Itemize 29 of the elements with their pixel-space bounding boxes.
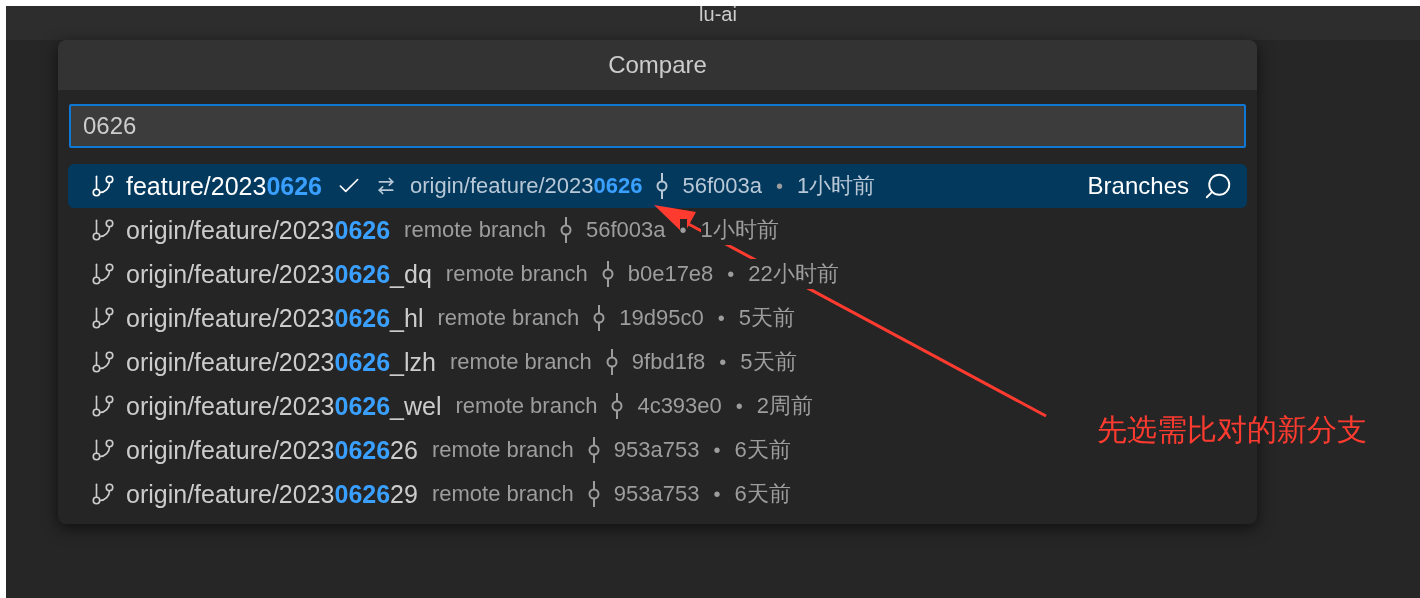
branch-icon xyxy=(90,481,116,507)
branch-list-item[interactable]: origin/feature/20230626 remote branch 56f003a • 1小时前 xyxy=(68,208,793,252)
commit-time: 22小时前 xyxy=(748,259,839,289)
picker-title: Compare xyxy=(58,40,1257,90)
commit-time: 1小时前 xyxy=(797,172,876,200)
branch-list-item[interactable]: origin/feature/20230626_wel remote branch 4c393e0 • 2周前 xyxy=(68,384,828,428)
separator-dot: • xyxy=(776,174,783,198)
branch-list-item[interactable]: feature/20230626 origin/feature/20230626 56f003a • 1小时前 Branches xyxy=(68,164,1247,208)
branch-icon xyxy=(90,305,116,331)
branch-icon xyxy=(90,349,116,375)
branch-list-item[interactable]: origin/feature/20230626_hl remote branch 19d95c0 • 5天前 xyxy=(68,296,810,340)
branch-list-item[interactable]: origin/feature/2023062629 remote branch 953a753 • 6天前 xyxy=(68,472,805,516)
branch-list-item[interactable]: origin/feature/2023062626 remote branch 953a753 • 6天前 xyxy=(68,428,805,472)
branch-list-item[interactable]: origin/feature/20230626_dq remote branch b0e17e8 • 22小时前 xyxy=(68,252,853,296)
branch-icon xyxy=(90,173,116,199)
branch-icon xyxy=(90,261,116,287)
commit-sha: 56f003a xyxy=(682,173,762,199)
branch-name: feature/20230626 xyxy=(126,171,323,201)
input-field[interactable]: 0626 xyxy=(69,104,1246,148)
branch-icon xyxy=(90,393,116,419)
branch-icon xyxy=(90,217,116,243)
branch-icon xyxy=(90,437,116,463)
upstream-branch: origin/feature/20230626 xyxy=(410,173,643,199)
category-label: Branches xyxy=(1087,172,1189,200)
commit-icon xyxy=(656,173,669,199)
search-button[interactable] xyxy=(1203,171,1233,201)
window-title: lu-ai xyxy=(699,6,737,22)
annotation-text: 先选需比对的新分支 xyxy=(1097,412,1367,448)
branch-list-item[interactable]: origin/feature/20230626_lzh remote branch 9fbd1f8 • 5天前 xyxy=(68,340,811,384)
